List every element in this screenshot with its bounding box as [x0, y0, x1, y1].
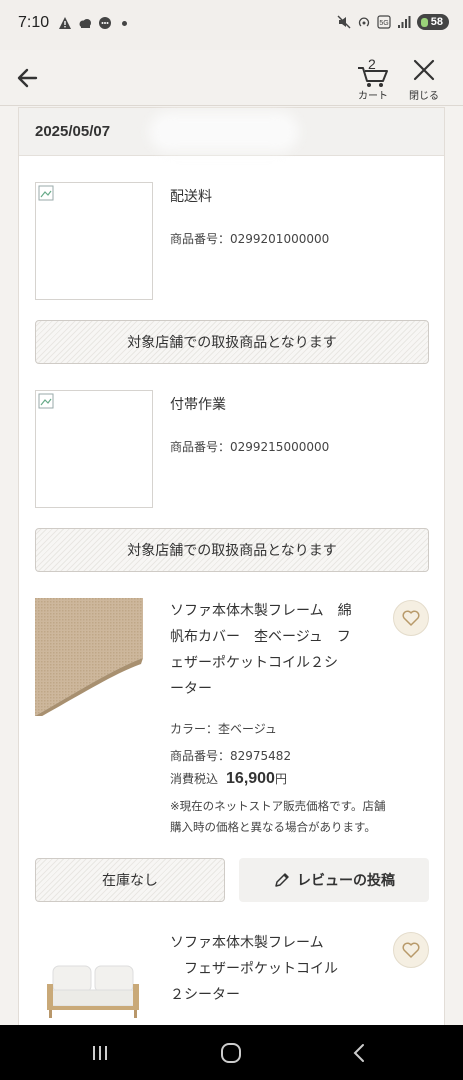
cart-icon [358, 67, 388, 87]
close-icon [413, 59, 435, 81]
cart-label: カート [358, 91, 388, 102]
product-image-placeholder [35, 182, 153, 300]
back-nav-icon[interactable] [346, 1039, 374, 1067]
status-right-icons: 5G 58 [337, 14, 449, 30]
store-availability-button[interactable]: 対象店舗での取扱商品となります [35, 320, 429, 364]
item-name: 付帯作業 [170, 397, 226, 413]
item-product-number: 商品番号：0299215000000 [170, 440, 330, 454]
close-button[interactable]: 閉じる [404, 56, 444, 102]
item-name: ソファ本体木製フレーム 綿 帆布カバー 杢ベージュ フ ェザーポケットコイル２シ… [170, 603, 352, 697]
home-icon[interactable] [217, 1039, 245, 1067]
store-availability-button[interactable]: 対象店舗での取扱商品となります [35, 528, 429, 572]
recent-apps-icon[interactable] [86, 1039, 114, 1067]
cloud-icon [79, 19, 91, 28]
order-item-sofa: ソファ本体木製フレーム 綿 帆布カバー 杢ベージュ フ ェザーポケットコイル２シ… [35, 598, 429, 848]
battery-indicator: 58 [416, 14, 449, 30]
system-navigation-bar [0, 1025, 463, 1080]
close-label: 閉じる [409, 91, 439, 102]
arrow-left-icon [17, 68, 38, 88]
review-button-label: レビューの投稿 [297, 873, 395, 889]
price-note: ※現在のネットストア販売価格です。店舗 購入時の価格と異なる場合があります。 [170, 799, 386, 834]
favorite-button[interactable] [393, 932, 429, 968]
out-of-stock-button[interactable]: 在庫なし [35, 858, 225, 902]
favorite-button[interactable] [393, 600, 429, 636]
order-history-content: 2025/05/07 配送料 商品番号：0299201000000 対象店舗での… [0, 107, 463, 1025]
status-time: 7:10 [18, 14, 50, 31]
pencil-icon [275, 873, 289, 887]
product-image[interactable] [45, 960, 141, 1020]
chat-icon [99, 17, 111, 29]
svg-text:5G: 5G [379, 20, 388, 27]
app-header: 2 カート 閉じる [0, 50, 463, 106]
dot-icon [122, 20, 127, 26]
item-name: ソファ本体木製フレーム フェザーポケットコイル ２シーター [170, 935, 338, 1003]
hotspot-icon [358, 17, 369, 27]
signal-icon [397, 16, 411, 28]
5g-icon: 5G [377, 15, 391, 29]
item-price: 消費税込 16,900 円 [170, 770, 287, 788]
status-bar: 7:10 5G 58 [0, 0, 463, 50]
heart-icon [402, 942, 420, 958]
order-item-sofa-2: ソファ本体木製フレーム フェザーポケットコイル ２シーター [35, 930, 429, 1025]
status-left-icons [58, 16, 127, 30]
item-product-number: 商品番号：82975482 [170, 749, 292, 763]
write-review-button[interactable]: レビューの投稿 [239, 858, 429, 902]
item-color: カラー：杢ベージュ [170, 722, 277, 736]
product-image-placeholder [35, 390, 153, 508]
order-card: 2025/05/07 配送料 商品番号：0299201000000 対象店舗での… [18, 107, 445, 1025]
item-name: 配送料 [170, 189, 212, 205]
back-button[interactable] [14, 64, 42, 92]
heart-icon [402, 610, 420, 626]
mute-icon [337, 15, 351, 29]
price-unit: 円 [274, 772, 287, 786]
item-product-number: 商品番号：0299201000000 [170, 232, 330, 246]
redacted-area [149, 112, 299, 152]
cart-button[interactable]: 2 カート [352, 56, 394, 102]
order-card-header: 2025/05/07 [19, 108, 444, 156]
order-item-shipping: 配送料 商品番号：0299201000000 [35, 182, 429, 300]
broken-image-icon [38, 393, 54, 409]
broken-image-icon [38, 185, 54, 201]
warning-icon [59, 17, 71, 29]
order-date: 2025/05/07 [35, 123, 111, 140]
order-item-service: 付帯作業 商品番号：0299215000000 [35, 390, 429, 508]
price-label: 消費税込 [170, 772, 219, 786]
product-image[interactable] [35, 598, 143, 716]
price-value: 16,900 [226, 770, 275, 787]
